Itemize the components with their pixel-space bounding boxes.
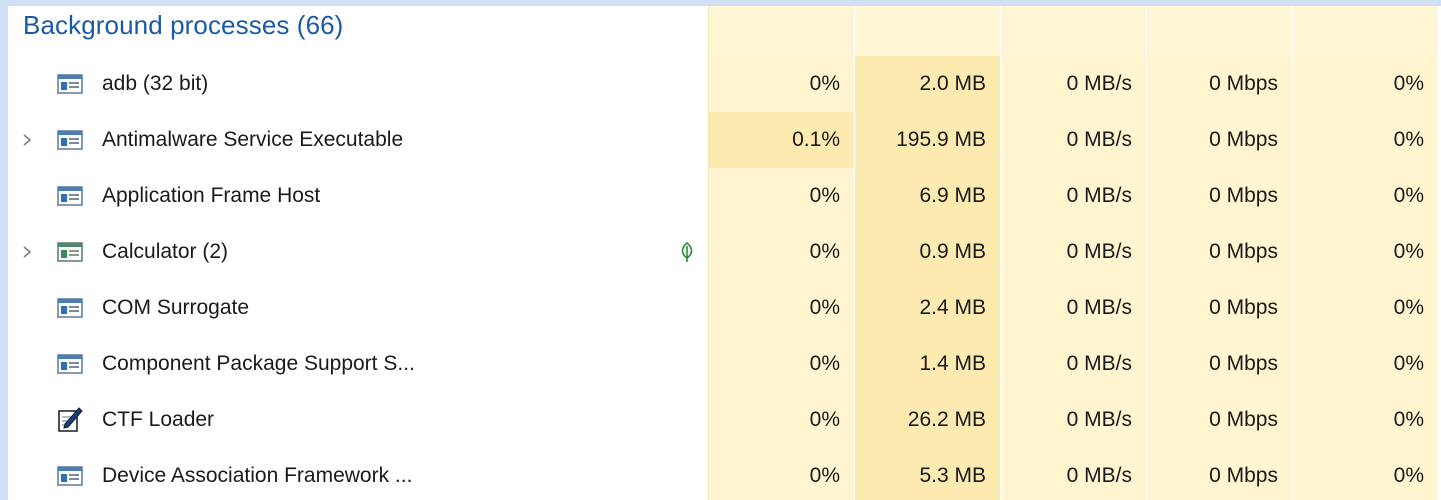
process-name-cell: adb (32 bit) [8, 56, 708, 112]
process-row[interactable]: COM Surrogate 0% 2.4 MB 0 MB/s 0 Mbps 0% [8, 280, 1441, 336]
process-name-cell: COM Surrogate [8, 280, 708, 336]
process-name: Device Association Framework ... [102, 464, 413, 487]
gpu-cell: 0% [1292, 336, 1438, 392]
memory-cell: 5.3 MB [854, 448, 1000, 500]
process-row[interactable]: Application Frame Host 0% 6.9 MB 0 MB/s 0 Mb… [8, 168, 1441, 224]
app-window-icon [55, 352, 85, 376]
process-rows: adb (32 bit) 0% 2.0 MB 0 MB/s 0 Mbps 0% Antima… [8, 56, 1441, 500]
disk-cell: 0 MB/s [1000, 392, 1146, 448]
app-window-icon [55, 296, 85, 320]
process-list: Background processes (66) adb (32 bit) 0%… [8, 6, 1441, 500]
network-cell: 0 Mbps [1146, 392, 1292, 448]
network-cell: 0 Mbps [1146, 336, 1292, 392]
cpu-cell: 0% [708, 448, 854, 500]
process-row[interactable]: Device Association Framework ... 0% 5.3 MB… [8, 448, 1441, 500]
cpu-header-cell [708, 6, 854, 56]
disk-cell: 0 MB/s [1000, 168, 1146, 224]
disk-cell: 0 MB/s [1000, 280, 1146, 336]
process-name-cell: Calculator (2) [8, 224, 708, 280]
memory-cell: 0.9 MB [854, 224, 1000, 280]
process-name: Antimalware Service Executable [102, 128, 404, 151]
network-cell: 0 Mbps [1146, 448, 1292, 500]
disk-cell: 0 MB/s [1000, 224, 1146, 280]
memory-cell: 26.2 MB [854, 392, 1000, 448]
cpu-cell: 0% [708, 280, 854, 336]
gpu-cell: 0% [1292, 448, 1438, 500]
process-name: adb (32 bit) [102, 72, 209, 95]
app-window-icon [55, 128, 85, 152]
cpu-cell: 0.1% [708, 112, 854, 168]
cpu-cell: 0% [708, 56, 854, 112]
gpu-cell: 0% [1292, 112, 1438, 168]
process-row[interactable]: Antimalware Service Executable 0.1% 195.9 … [8, 112, 1441, 168]
memory-header-cell [854, 6, 1000, 56]
process-name-cell: Component Package Support S... [8, 336, 708, 392]
chevron-right-icon[interactable] [20, 133, 34, 147]
network-cell: 0 Mbps [1146, 56, 1292, 112]
process-row[interactable]: Calculator (2) 0% 0.9 MB 0 MB/s 0 Mbps 0% [8, 224, 1441, 280]
process-row[interactable]: CTF Loader 0% 26.2 MB 0 MB/s 0 Mbps 0% [8, 392, 1441, 448]
group-header-row[interactable]: Background processes (66) [8, 6, 1441, 56]
group-name-cell: Background processes (66) [8, 6, 708, 56]
chevron-right-icon[interactable] [20, 245, 34, 259]
process-row[interactable]: Component Package Support S... 0% 1.4 MB 0 … [8, 336, 1441, 392]
gpu-cell: 0% [1292, 224, 1438, 280]
process-name: COM Surrogate [102, 296, 250, 319]
process-name: Calculator (2) [102, 240, 229, 263]
disk-cell: 0 MB/s [1000, 448, 1146, 500]
memory-cell: 195.9 MB [854, 112, 1000, 168]
app-window-icon [55, 184, 85, 208]
cpu-cell: 0% [708, 168, 854, 224]
efficiency-mode-leaf-icon [679, 241, 695, 263]
gpu-cell: 0% [1292, 168, 1438, 224]
network-cell: 0 Mbps [1146, 112, 1292, 168]
gpu-header-cell [1292, 6, 1438, 56]
process-name-cell: Antimalware Service Executable [8, 112, 708, 168]
network-cell: 0 Mbps [1146, 168, 1292, 224]
cpu-cell: 0% [708, 224, 854, 280]
gpu-cell: 0% [1292, 56, 1438, 112]
gpu-cell: 0% [1292, 392, 1438, 448]
process-name: Application Frame Host [102, 184, 321, 207]
process-name-cell: Application Frame Host [8, 168, 708, 224]
network-cell: 0 Mbps [1146, 280, 1292, 336]
pen-notepad-icon [55, 407, 85, 432]
process-row[interactable]: adb (32 bit) 0% 2.0 MB 0 MB/s 0 Mbps 0% [8, 56, 1441, 112]
process-name-cell: CTF Loader [8, 392, 708, 448]
network-header-cell [1146, 6, 1292, 56]
memory-cell: 2.0 MB [854, 56, 1000, 112]
process-name: Component Package Support S... [102, 352, 415, 375]
process-name-cell: Device Association Framework ... [8, 448, 708, 500]
memory-cell: 2.4 MB [854, 280, 1000, 336]
cpu-cell: 0% [708, 336, 854, 392]
memory-cell: 1.4 MB [854, 336, 1000, 392]
disk-header-cell [1000, 6, 1146, 56]
process-name: CTF Loader [102, 408, 215, 431]
network-cell: 0 Mbps [1146, 224, 1292, 280]
disk-cell: 0 MB/s [1000, 56, 1146, 112]
calculator-icon [55, 240, 85, 264]
group-title: Background processes (66) [23, 10, 344, 40]
app-window-icon [55, 464, 85, 488]
disk-cell: 0 MB/s [1000, 336, 1146, 392]
disk-cell: 0 MB/s [1000, 112, 1146, 168]
app-window-icon [55, 72, 85, 96]
cpu-cell: 0% [708, 392, 854, 448]
gpu-cell: 0% [1292, 280, 1438, 336]
memory-cell: 6.9 MB [854, 168, 1000, 224]
